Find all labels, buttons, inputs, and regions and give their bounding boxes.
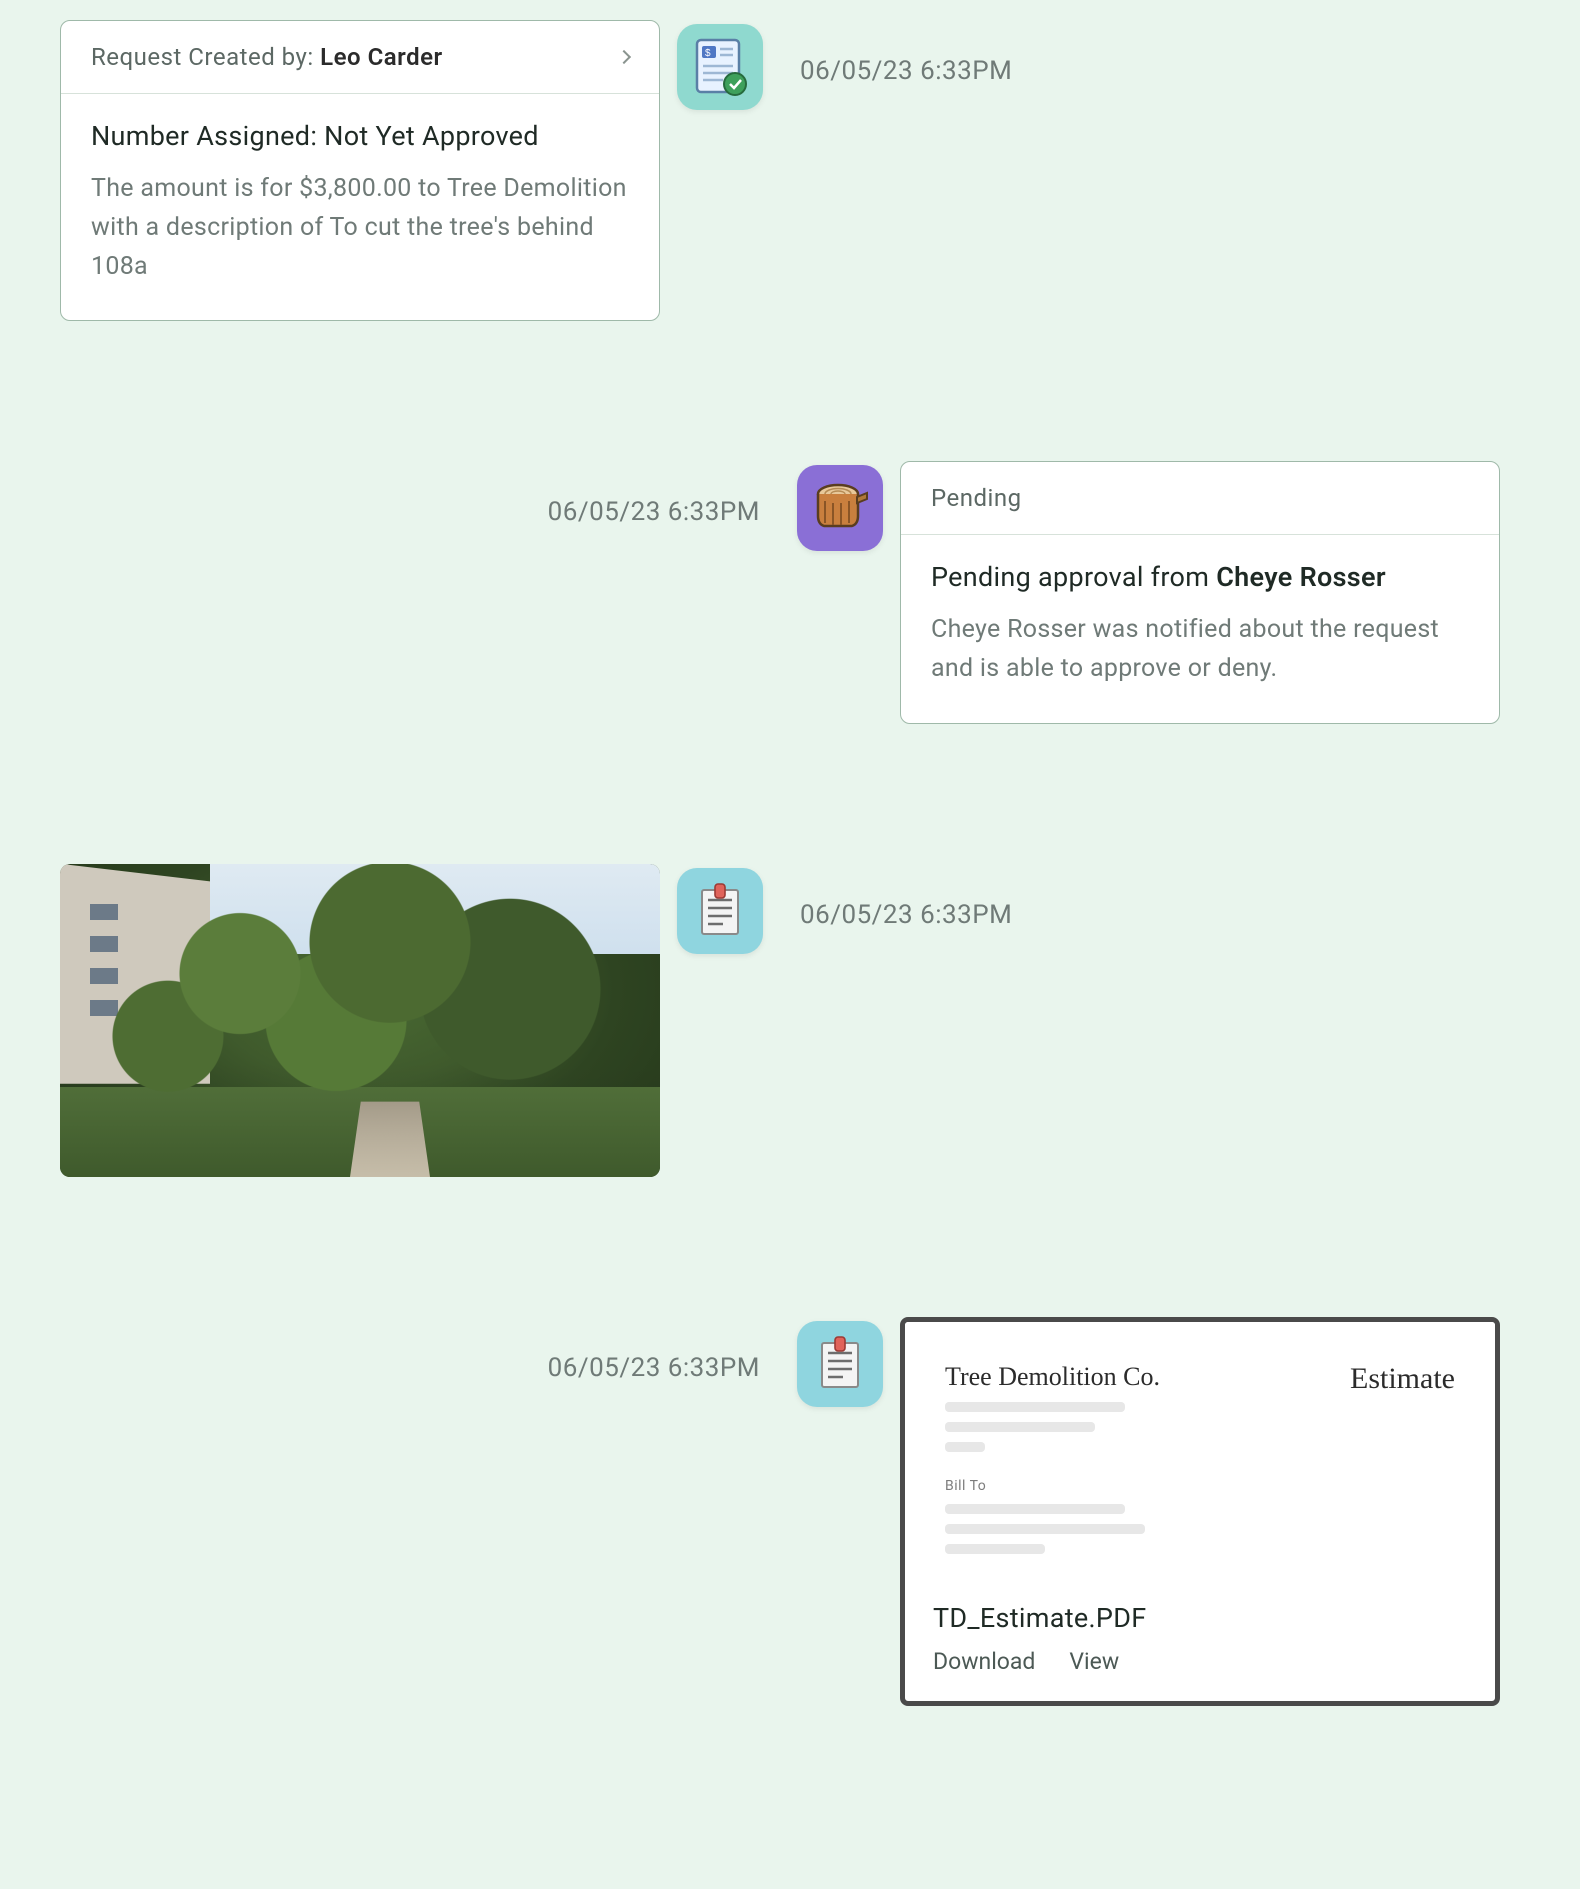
attachment-card: Tree Demolition Co. Estimate Bill To TD_… — [900, 1317, 1500, 1706]
header-prefix: Pending — [931, 484, 1022, 512]
card-title: Pending approval from Cheye Rosser — [931, 561, 1469, 593]
timestamp: 06/05/23 6:33PM — [780, 20, 1040, 86]
note-attachment-icon — [797, 1321, 883, 1407]
header-prefix: Request Created by: — [91, 43, 314, 71]
timeline-row: Request Created by: Leo Carder Number As… — [0, 20, 1580, 321]
timestamp: 06/05/23 6:33PM — [520, 461, 780, 527]
chevron-right-icon[interactable] — [617, 50, 631, 64]
attached-photo[interactable] — [60, 864, 660, 1177]
request-card: Request Created by: Leo Carder Number As… — [60, 20, 660, 321]
approver-name: Cheye Rosser — [1216, 561, 1386, 593]
download-link[interactable]: Download — [933, 1648, 1035, 1675]
timeline-row: 06/05/23 6:33PM Tree Demolition Co. — [0, 1317, 1580, 1706]
request-author: Leo Carder — [320, 43, 443, 71]
tree-stump-icon — [797, 465, 883, 551]
invoice-approved-icon: $ — [677, 24, 763, 110]
document-type-label: Estimate — [1350, 1362, 1455, 1396]
card-body-text: The amount is for $3,800.00 to Tree Demo… — [91, 170, 629, 286]
document-preview[interactable]: Tree Demolition Co. Estimate Bill To — [905, 1322, 1495, 1584]
card-header: Request Created by: Leo Carder — [61, 21, 659, 94]
timeline-row: 06/05/23 6:33PM — [0, 864, 1580, 1177]
document-billto-label: Bill To — [945, 1478, 1455, 1494]
card-title: Number Assigned: Not Yet Approved — [91, 120, 629, 152]
pending-card: Pending Pending approval from Cheye Ross… — [900, 461, 1500, 724]
svg-text:$: $ — [705, 48, 711, 59]
view-link[interactable]: View — [1069, 1648, 1119, 1675]
note-attachment-icon — [677, 868, 763, 954]
attachment-filename: TD_Estimate.PDF — [933, 1602, 1467, 1634]
card-header: Pending — [901, 462, 1499, 535]
timestamp: 06/05/23 6:33PM — [780, 864, 1040, 930]
document-company: Tree Demolition Co. — [945, 1362, 1160, 1392]
timestamp: 06/05/23 6:33PM — [520, 1317, 780, 1383]
timeline-row: 06/05/23 6:33PM Pending Pending approval… — [0, 461, 1580, 724]
card-body-text: Cheye Rosser was notified about the requ… — [931, 611, 1469, 689]
